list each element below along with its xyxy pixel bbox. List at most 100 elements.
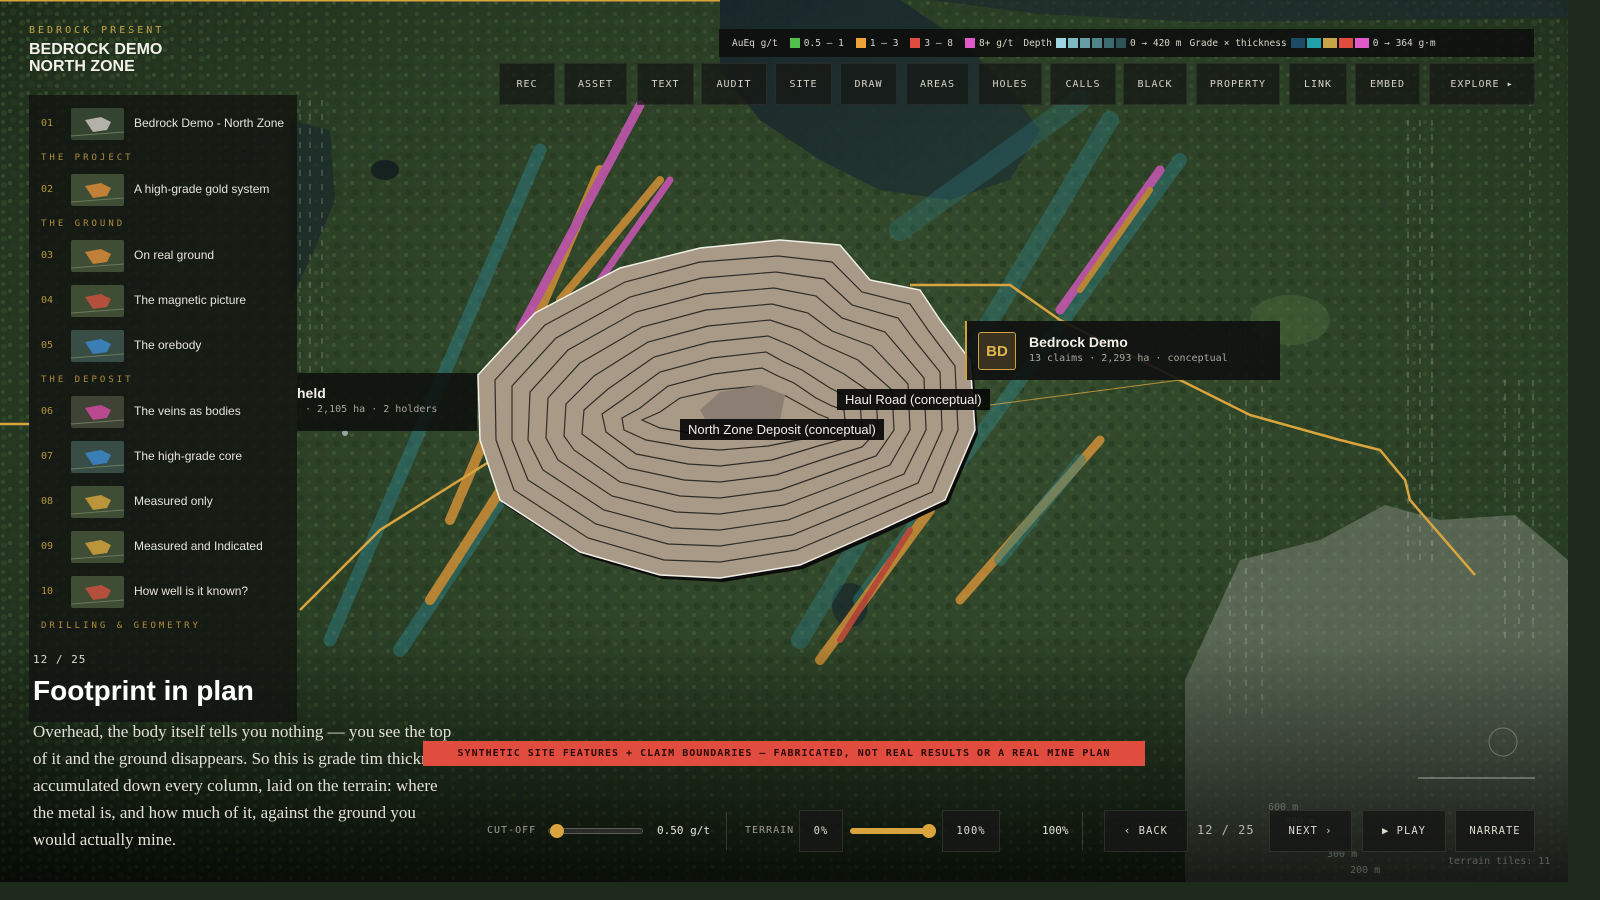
sidebar-thumbnail bbox=[71, 440, 124, 473]
svg-text:200 m: 200 m bbox=[1350, 865, 1380, 876]
sidebar-item-label: On real ground bbox=[134, 248, 215, 262]
neighbour-claim-meta: · 2,105 ha · 2 holders bbox=[305, 404, 438, 415]
sidebar-item-06[interactable]: 06 The veins as bodies bbox=[29, 389, 297, 434]
legend-depth-range: 0 → 420 m bbox=[1129, 37, 1182, 49]
terrain-knob[interactable] bbox=[922, 824, 936, 838]
toolbar-button-calls[interactable]: CALLS bbox=[1050, 63, 1116, 105]
haul-road-label[interactable]: Haul Road (conceptual) bbox=[837, 389, 990, 410]
claim-initials-badge: BD bbox=[978, 332, 1016, 370]
sidebar-section-heading: THE PROJECT bbox=[41, 153, 134, 163]
cutoff-slider[interactable] bbox=[548, 822, 643, 840]
toolbar-button-site[interactable]: SITE bbox=[775, 63, 832, 105]
next-button[interactable]: NEXT › bbox=[1269, 810, 1352, 852]
svg-text:terrain tiles: 11: terrain tiles: 11 bbox=[1448, 856, 1550, 867]
sidebar-item-03[interactable]: 03 On real ground bbox=[29, 233, 297, 278]
neighbour-claim-name: held bbox=[297, 385, 326, 401]
sidebar-item-01[interactable]: 01 Bedrock Demo - North Zone bbox=[29, 101, 297, 146]
toolbar-button-rec[interactable]: REC bbox=[499, 63, 555, 105]
sidebar-item-07[interactable]: 07 The high-grade core bbox=[29, 434, 297, 479]
toolbar-button-text[interactable]: TEXT bbox=[637, 63, 694, 105]
sidebar-item-label: Bedrock Demo - North Zone bbox=[134, 116, 285, 130]
slide-counter: 12 / 25 bbox=[33, 653, 87, 666]
sidebar-item-label: Measured only bbox=[134, 494, 213, 508]
legend-bin-1-3: 1 – 3 bbox=[869, 37, 899, 49]
toolbar-button-property[interactable]: PROPERTY bbox=[1196, 63, 1280, 105]
sidebar-item-label: The orebody bbox=[134, 338, 202, 352]
sidebar-item-label: How well is it known? bbox=[134, 584, 249, 598]
sidebar-item-number: 06 bbox=[41, 406, 54, 417]
terrain-max-button[interactable]: 100% bbox=[942, 810, 1000, 852]
claim-card-bedrock-demo[interactable]: BD Bedrock Demo 13 claims · 2,293 ha · c… bbox=[965, 321, 1280, 380]
control-divider bbox=[1082, 812, 1083, 850]
toolbar-button-explore[interactable]: EXPLORE ▸ bbox=[1429, 63, 1535, 105]
legend-bin-0-5-1: 0.5 – 1 bbox=[803, 37, 844, 49]
toolbar-button-audit[interactable]: AUDIT bbox=[701, 63, 767, 105]
sidebar-item-08[interactable]: 08 Measured only bbox=[29, 479, 297, 524]
sidebar-thumbnail bbox=[71, 575, 124, 608]
brand: BEDROCK PRESENT BEDROCK DEMO NORTH ZONE bbox=[29, 25, 164, 75]
toolbar-button-draw[interactable]: DRAW bbox=[840, 63, 897, 105]
play-button[interactable]: ▶ PLAY bbox=[1362, 810, 1446, 852]
cutoff-value: 0.50 g/t bbox=[657, 824, 710, 837]
slide-title: Footprint in plan bbox=[33, 675, 254, 706]
legend-depth-ramp bbox=[1055, 38, 1126, 48]
deposit-label[interactable]: North Zone Deposit (conceptual) bbox=[680, 419, 884, 440]
legend-gt-range: 0 → 364 g·m bbox=[1372, 37, 1436, 49]
legend-gt-ramp bbox=[1290, 38, 1369, 48]
sidebar-thumbnail bbox=[71, 485, 124, 518]
legend-depth-label: Depth bbox=[1023, 37, 1052, 49]
sidebar-item-number: 09 bbox=[41, 541, 54, 552]
sidebar-thumbnail bbox=[71, 395, 124, 428]
legend-gt-label: Grade × thickness bbox=[1189, 37, 1287, 49]
chapter-sidebar[interactable]: 01 Bedrock Demo - North Zone THE PROJECT 02… bbox=[29, 95, 297, 722]
sidebar-item-number: 07 bbox=[41, 451, 54, 462]
back-button[interactable]: ‹ BACK bbox=[1104, 810, 1188, 852]
sidebar-thumbnail bbox=[71, 239, 124, 272]
sidebar-item-number: 05 bbox=[41, 340, 54, 351]
terrain-slider[interactable] bbox=[850, 822, 936, 840]
sidebar-item-number: 03 bbox=[41, 250, 54, 261]
legend-grade-label: AuEq g/t bbox=[732, 37, 778, 49]
toolbar-button-link[interactable]: LINK bbox=[1289, 63, 1347, 105]
sidebar-thumbnail bbox=[71, 284, 124, 317]
toolbar-button-asset[interactable]: ASSET bbox=[564, 63, 627, 105]
terrain-min-button[interactable]: 0% bbox=[799, 810, 843, 852]
claim-meta: 13 claims · 2,293 ha · conceptual bbox=[1029, 353, 1228, 364]
synthetic-data-warning: SYNTHETIC SITE FEATURES + CLAIM BOUNDARI… bbox=[423, 741, 1145, 766]
sidebar-item-number: 10 bbox=[41, 586, 54, 597]
terrain-label: TERRAIN bbox=[745, 825, 795, 836]
sidebar-item-number: 01 bbox=[41, 118, 54, 129]
sidebar-item-label: The veins as bodies bbox=[134, 404, 241, 418]
brand-eyebrow: BEDROCK PRESENT bbox=[29, 25, 165, 36]
toolbar-button-embed[interactable]: EMBED bbox=[1355, 63, 1420, 105]
legend-swatch-3-8 bbox=[910, 38, 921, 48]
toolbar-button-black[interactable]: BLACK bbox=[1123, 63, 1187, 105]
legend-bin-8-plus: 8+ g/t bbox=[979, 37, 1014, 49]
legend-swatch-8-plus bbox=[965, 38, 976, 48]
sidebar-item-label: The magnetic picture bbox=[134, 293, 247, 307]
sidebar-item-10[interactable]: 10 How well is it known? bbox=[29, 569, 297, 614]
control-divider bbox=[726, 812, 727, 850]
sidebar-item-02[interactable]: 02 A high-grade gold system bbox=[29, 167, 297, 212]
sidebar-section-heading: THE DEPOSIT bbox=[41, 375, 134, 385]
project-title-line-1: BEDROCK DEMO bbox=[29, 41, 163, 58]
sidebar-item-09[interactable]: 09 Measured and Indicated bbox=[29, 524, 297, 569]
sidebar-section-heading: DRILLING & GEOMETRY bbox=[41, 621, 201, 631]
sidebar-thumbnail bbox=[71, 173, 124, 206]
sidebar-item-label: A high-grade gold system bbox=[134, 182, 270, 196]
sidebar-item-04[interactable]: 04 The magnetic picture bbox=[29, 278, 297, 323]
sidebar-item-number: 08 bbox=[41, 496, 54, 507]
zoom-level: 100% bbox=[1042, 824, 1069, 837]
toolbar-button-areas[interactable]: AREAS bbox=[906, 63, 969, 105]
legend-swatch-0-5-1 bbox=[789, 38, 800, 48]
sidebar-section-heading: THE GROUND bbox=[41, 219, 126, 229]
project-title-line-2: NORTH ZONE bbox=[29, 58, 135, 75]
narrate-button[interactable]: NARRATE bbox=[1455, 810, 1535, 852]
slide-body: Overhead, the body itself tells you noth… bbox=[33, 722, 452, 849]
cutoff-knob[interactable] bbox=[549, 824, 564, 838]
cutoff-label: CUT-OFF bbox=[487, 825, 537, 836]
sidebar-item-05[interactable]: 05 The orebody bbox=[29, 323, 297, 368]
legend-bin-3-8: 3 – 8 bbox=[924, 37, 954, 49]
neighbour-claim-card[interactable]: held · 2,105 ha · 2 holders bbox=[297, 373, 477, 431]
toolbar-button-holes[interactable]: HOLES bbox=[978, 63, 1042, 105]
